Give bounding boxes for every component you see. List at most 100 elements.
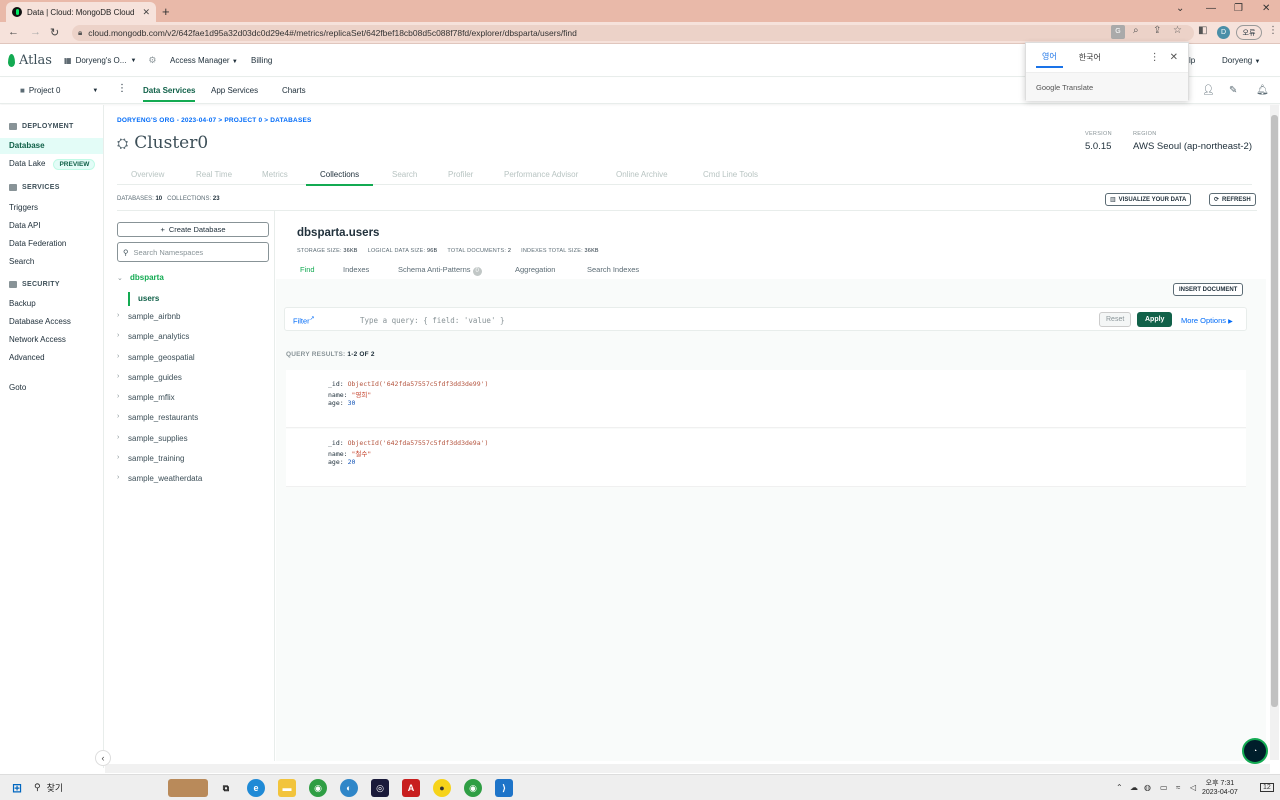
- file-explorer-icon[interactable]: ▬: [278, 779, 296, 797]
- translate-source-lang[interactable]: 영어: [1036, 47, 1063, 68]
- sidebar-item-network-access[interactable]: Network Access: [9, 335, 66, 344]
- insert-document-button[interactable]: INSERT DOCUMENT: [1173, 283, 1244, 296]
- forward-button[interactable]: →: [30, 26, 41, 38]
- access-manager-menu[interactable]: Access Manager ▼: [170, 56, 238, 65]
- sidebar-item-data-lake[interactable]: Data Lake PREVIEW: [9, 159, 96, 170]
- translate-icon[interactable]: G: [1111, 25, 1125, 39]
- chrome-icon[interactable]: ◉: [464, 779, 482, 797]
- sidebar-item-database-access[interactable]: Database Access: [9, 317, 71, 326]
- apply-button[interactable]: Apply: [1137, 312, 1173, 327]
- namespace-db-dbsparta[interactable]: dbsparta: [130, 273, 164, 282]
- minimize-button[interactable]: —: [1206, 3, 1216, 14]
- namespace-db-item[interactable]: sample_guides: [128, 373, 182, 382]
- help-menu[interactable]: lp: [1189, 56, 1195, 65]
- reload-button[interactable]: ↻: [50, 26, 59, 39]
- tab-metrics[interactable]: Metrics: [262, 170, 288, 179]
- sidepanel-icon[interactable]: ◧: [1198, 25, 1207, 36]
- chrome-icon[interactable]: ◉: [309, 779, 327, 797]
- caret-down-icon[interactable]: ⌄: [117, 274, 123, 282]
- sidebar-item-data-federation[interactable]: Data Federation: [9, 239, 66, 248]
- app-icon[interactable]: ◐: [340, 779, 358, 797]
- activity-feed-icon[interactable]: ✎: [1229, 85, 1237, 96]
- tray-chevron-icon[interactable]: ⌃: [1116, 783, 1123, 792]
- app-icon[interactable]: ◎: [371, 779, 389, 797]
- clock[interactable]: 오후 7:31 2023-04-07: [1202, 779, 1238, 797]
- namespace-db-item[interactable]: sample_mflix: [128, 393, 175, 402]
- close-window-button[interactable]: ✕: [1262, 3, 1270, 14]
- sidebar-item-triggers[interactable]: Triggers: [9, 203, 38, 212]
- back-button[interactable]: ←: [8, 26, 19, 38]
- project-selector[interactable]: ■ Project 0 ▼: [20, 86, 98, 95]
- sidebar-item-advanced[interactable]: Advanced: [9, 353, 45, 362]
- task-view-icon[interactable]: ⧉: [217, 779, 235, 797]
- tab-search[interactable]: Search: [392, 170, 417, 179]
- caret-right-icon[interactable]: ›: [117, 413, 119, 420]
- chat-assistant-button[interactable]: ◔: [1242, 738, 1268, 764]
- search-namespaces-input[interactable]: ⚲ Search Namespaces: [117, 242, 269, 262]
- document-card[interactable]: _id: ObjectId('642fda57557c5fdf3dd3de9a'…: [286, 429, 1246, 487]
- query-input[interactable]: Type a query: { field: 'value' }: [360, 316, 505, 325]
- tray-app-icon[interactable]: ◍: [1144, 783, 1151, 792]
- profile-avatar[interactable]: D: [1217, 26, 1230, 39]
- tab-charts[interactable]: Charts: [282, 86, 306, 95]
- refresh-button[interactable]: ⟳ REFRESH: [1209, 193, 1256, 206]
- tab-find[interactable]: Find: [300, 265, 315, 274]
- namespace-db-item[interactable]: sample_weatherdata: [128, 474, 202, 483]
- invite-user-icon[interactable]: 👤︎: [1202, 85, 1215, 96]
- speaker-icon[interactable]: ◁: [1190, 783, 1196, 792]
- reset-button[interactable]: Reset: [1099, 312, 1132, 327]
- tab-cmd-line-tools[interactable]: Cmd Line Tools: [703, 170, 758, 179]
- visualize-data-button[interactable]: ▥ VISUALIZE YOUR DATA: [1105, 193, 1192, 206]
- atlas-logo[interactable]: Atlas: [8, 53, 52, 68]
- namespace-db-item[interactable]: sample_geospatial: [128, 353, 195, 362]
- browser-tab[interactable]: Data | Cloud: MongoDB Cloud ✕: [6, 2, 156, 22]
- share-icon[interactable]: ⇪: [1153, 25, 1161, 36]
- breadcrumb[interactable]: DORYENG'S ORG - 2023-04-07 > PROJECT 0 >…: [117, 117, 312, 124]
- caret-right-icon[interactable]: ›: [117, 373, 119, 380]
- namespace-db-item[interactable]: sample_supplies: [128, 434, 188, 443]
- sidebar-item-search[interactable]: Search: [9, 257, 34, 266]
- kakaotalk-icon[interactable]: ●: [433, 779, 451, 797]
- tab-search-icon[interactable]: ⌄: [1176, 3, 1184, 14]
- org-settings-icon[interactable]: ⚙: [148, 55, 156, 66]
- filter-link[interactable]: Filter↗: [293, 315, 315, 326]
- namespace-collection-users[interactable]: users: [128, 292, 268, 306]
- translate-close-icon[interactable]: ✕: [1170, 52, 1178, 63]
- tab-performance-advisor[interactable]: Performance Advisor: [504, 170, 578, 179]
- namespace-db-item[interactable]: sample_restaurants: [128, 413, 198, 422]
- namespace-db-item[interactable]: sample_airbnb: [128, 312, 180, 321]
- caret-right-icon[interactable]: ›: [117, 332, 119, 339]
- tab-data-services[interactable]: Data Services: [143, 86, 196, 102]
- caret-right-icon[interactable]: ›: [117, 454, 119, 461]
- create-database-button[interactable]: + Create Database: [117, 222, 269, 237]
- tab-app-services[interactable]: App Services: [211, 86, 258, 95]
- tab-online-archive[interactable]: Online Archive: [616, 170, 668, 179]
- caret-right-icon[interactable]: ›: [117, 353, 119, 360]
- scroll-thumb[interactable]: [1271, 115, 1278, 707]
- org-selector[interactable]: ▦ Doryeng's O... ▼ ⚙: [64, 55, 156, 66]
- zoom-icon[interactable]: ⌕: [1133, 25, 1139, 36]
- sidebar-item-backup[interactable]: Backup: [9, 299, 36, 308]
- horizontal-scrollbar[interactable]: [105, 764, 1270, 773]
- more-options-button[interactable]: More Options ▶: [1181, 316, 1233, 325]
- translate-target-lang[interactable]: 한국어: [1073, 48, 1107, 67]
- tab-indexes[interactable]: Indexes: [343, 265, 369, 274]
- cloud-icon[interactable]: ☁: [1130, 783, 1138, 792]
- close-tab-icon[interactable]: ✕: [142, 7, 150, 18]
- maximize-button[interactable]: ❐: [1234, 3, 1243, 14]
- sidebar-item-data-api[interactable]: Data API: [9, 221, 41, 230]
- url-input[interactable]: 🔒︎ cloud.mongodb.com/v2/642fae1d95a32d03…: [72, 25, 1194, 41]
- tab-overview[interactable]: Overview: [131, 170, 164, 179]
- namespace-db-item[interactable]: sample_training: [128, 454, 184, 463]
- vertical-scrollbar[interactable]: [1270, 105, 1279, 760]
- tab-schema-anti-patterns[interactable]: Schema Anti-Patterns 0: [398, 265, 482, 276]
- search-highlight-image[interactable]: [168, 779, 208, 797]
- tab-aggregation[interactable]: Aggregation: [515, 265, 555, 274]
- taskbar-search[interactable]: ⚲ 찾기: [34, 781, 63, 794]
- new-tab-button[interactable]: +: [162, 4, 170, 19]
- caret-right-icon[interactable]: ›: [117, 393, 119, 400]
- vscode-icon[interactable]: ⟩: [495, 779, 513, 797]
- collapse-sidebar-button[interactable]: ‹: [95, 750, 111, 766]
- tab-collections[interactable]: Collections: [306, 170, 374, 186]
- tab-search-indexes[interactable]: Search Indexes: [587, 265, 639, 274]
